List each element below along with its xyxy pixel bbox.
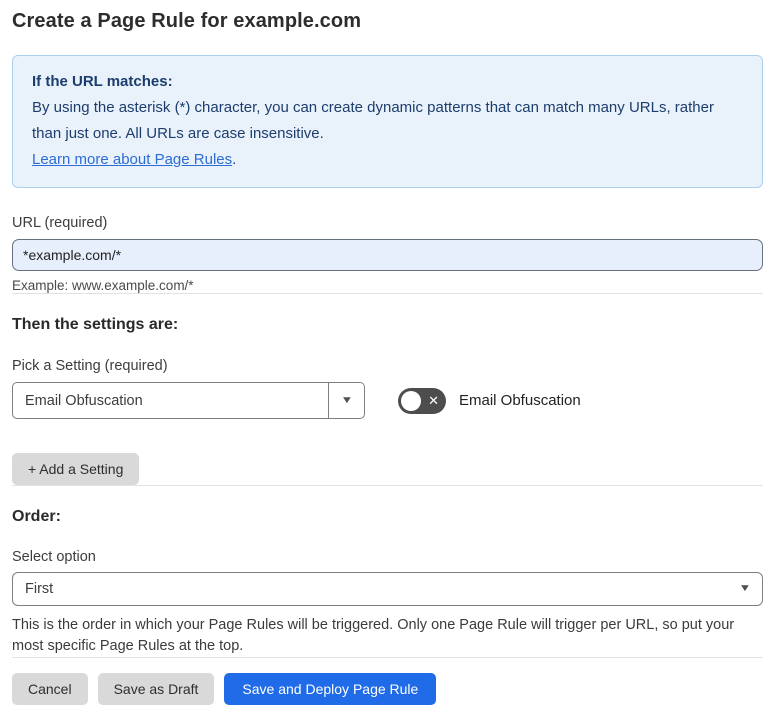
divider [12, 657, 763, 658]
link-suffix: . [232, 151, 237, 168]
url-example-helper: Example: www.example.com/* [12, 278, 194, 293]
setting-select[interactable]: Email Obfuscation ▼ [12, 382, 365, 419]
save-and-deploy-button[interactable]: Save and Deploy Page Rule [224, 673, 437, 705]
cancel-button[interactable]: Cancel [12, 673, 88, 705]
learn-more-link[interactable]: Learn more about Page Rules [32, 151, 232, 168]
order-select-value: First [25, 581, 54, 597]
settings-section-heading: Then the settings are: [12, 316, 179, 333]
url-match-info-box: If the URL matches: By using the asteris… [12, 55, 763, 188]
add-setting-button[interactable]: + Add a Setting [12, 453, 140, 485]
order-helper-text: This is the order in which your Page Rul… [12, 617, 735, 654]
chevron-down-icon: ▼ [738, 583, 752, 594]
toggle-knob [401, 390, 421, 411]
page-title: Create a Page Rule for example.com [12, 10, 362, 32]
divider [12, 293, 763, 294]
setting-select-value: Email Obfuscation [25, 392, 143, 409]
save-as-draft-button[interactable]: Save as Draft [97, 673, 215, 705]
info-box-heading: If the URL matches: [32, 73, 173, 90]
toggle-label: Email Obfuscation [459, 392, 581, 409]
email-obfuscation-toggle[interactable]: ✕ [398, 387, 446, 414]
order-select[interactable]: First ▼ [12, 572, 763, 606]
url-field-label: URL (required) [12, 215, 108, 231]
toggle-x-icon: ✕ [428, 392, 439, 408]
pick-setting-label: Pick a Setting (required) [12, 358, 168, 374]
chevron-down-icon: ▼ [340, 394, 353, 406]
info-box-body: By using the asterisk (*) character, you… [32, 99, 714, 142]
setting-select-arrow-box[interactable]: ▼ [328, 383, 364, 418]
order-section-heading: Order: [12, 508, 61, 525]
divider [12, 485, 763, 486]
info-box-link-line: Learn more about Page Rules. [32, 147, 743, 173]
order-select-label: Select option [12, 549, 96, 565]
url-input[interactable] [12, 239, 763, 271]
footer-actions: Cancel Save as Draft Save and Deploy Pag… [12, 673, 763, 705]
